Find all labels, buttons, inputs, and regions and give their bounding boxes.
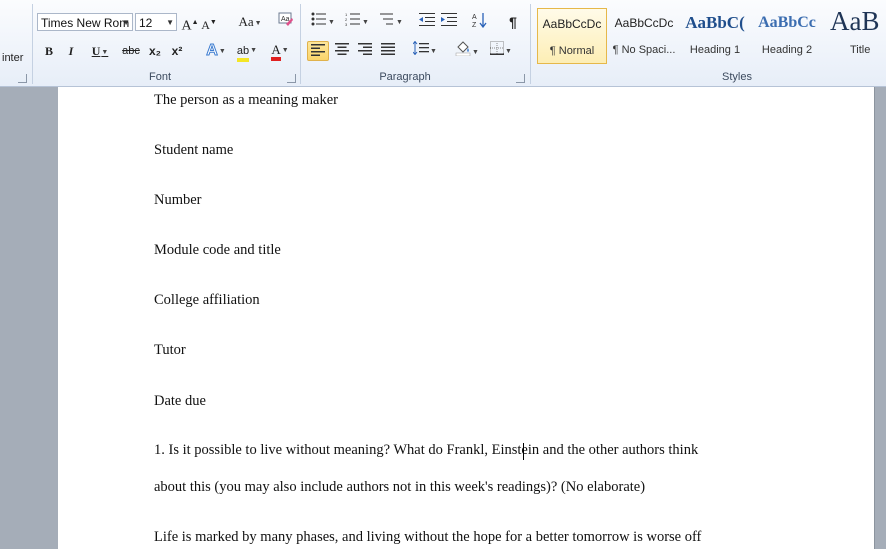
chevron-down-icon: ▼ — [122, 18, 130, 27]
borders-icon — [490, 41, 505, 55]
highlight-icon: ab — [236, 44, 250, 62]
italic-button[interactable]: I — [62, 41, 80, 61]
style-sample: AaB — [830, 8, 880, 36]
align-right-icon — [358, 43, 372, 55]
justify-icon — [381, 43, 395, 55]
style-title[interactable]: AaB Title — [826, 8, 886, 64]
style-name: ¶ Normal — [549, 45, 595, 57]
doc-paragraph[interactable]: about this (you may also include authors… — [154, 479, 645, 496]
doc-paragraph[interactable]: The person as a meaning maker — [154, 92, 338, 109]
text-effects-button[interactable]: A▼ — [202, 41, 230, 61]
font-group-label: Font — [148, 71, 171, 83]
highlight-button[interactable]: ab▼ — [232, 40, 262, 62]
multilevel-list-button[interactable]: ▼ — [376, 12, 406, 32]
increase-indent-icon — [441, 13, 457, 26]
underline-label: U — [91, 44, 101, 58]
bold-button[interactable]: B — [40, 41, 58, 61]
styles-group-label: Styles — [722, 71, 752, 83]
shrink-font-button[interactable]: A▼ — [200, 12, 218, 32]
text-cursor — [523, 443, 524, 460]
ribbon: inter Times New Rom ▼ 12 ▼ A▲ A▼ Aa▼ Aa … — [0, 0, 886, 87]
grow-font-label: A — [181, 18, 192, 34]
justify-button[interactable] — [378, 41, 398, 61]
bullets-icon — [311, 12, 327, 26]
paint-bucket-icon — [455, 41, 471, 57]
align-left-icon — [311, 44, 325, 56]
decrease-indent-button[interactable] — [418, 12, 436, 32]
bullets-button[interactable]: ▼ — [308, 12, 338, 32]
font-name-combo[interactable]: Times New Rom ▼ — [37, 13, 133, 31]
superscript-button[interactable]: x² — [168, 41, 186, 61]
shrink-font-label: A — [201, 18, 210, 32]
font-name-value: Times New Rom — [41, 16, 130, 30]
clipboard-launcher-icon[interactable] — [18, 74, 27, 83]
style-sample: AaBbCcDc — [542, 17, 602, 31]
align-center-button[interactable] — [332, 41, 352, 61]
style-name: Heading 1 — [689, 44, 741, 56]
doc-paragraph[interactable]: Module code and title — [154, 242, 281, 259]
change-case-label: Aa — [238, 14, 254, 29]
change-case-button[interactable]: Aa▼ — [235, 12, 265, 32]
style-sample: AaBbCc — [758, 14, 816, 31]
doc-paragraph[interactable]: College affiliation — [154, 292, 260, 309]
style-sample: AaBbC( — [685, 13, 745, 32]
clear-formatting-icon[interactable]: Aa — [276, 12, 296, 32]
style-normal[interactable]: AaBbCcDc ¶ Normal — [537, 8, 607, 64]
style-name: Title — [850, 44, 871, 56]
strikethrough-button[interactable]: abc — [120, 41, 142, 61]
document-page[interactable]: The person as a meaning maker Student na… — [58, 87, 875, 549]
style-name: ¶ No Spaci... — [612, 44, 676, 56]
chevron-down-icon: ▼ — [166, 18, 174, 27]
line-spacing-button[interactable]: ▼ — [410, 40, 440, 61]
show-formatting-button[interactable]: ¶ — [504, 12, 522, 32]
style-no-spacing[interactable]: AaBbCcDc ¶ No Spaci... — [609, 8, 679, 64]
subscript-button[interactable]: x₂ — [146, 41, 164, 61]
paragraph-dialog-launcher-icon[interactable] — [516, 74, 525, 83]
svg-text:A: A — [472, 14, 477, 21]
multilevel-list-icon — [380, 13, 394, 25]
numbering-button[interactable]: 1 2 3 ▼ — [342, 12, 372, 32]
underline-button[interactable]: U▼ — [86, 41, 114, 61]
style-sample: AaBbCcDc — [614, 16, 674, 30]
numbering-icon: 123 — [345, 12, 361, 27]
increase-indent-button[interactable] — [440, 12, 458, 32]
svg-text:Z: Z — [472, 22, 477, 28]
borders-button[interactable]: ▼ — [486, 41, 516, 61]
document-area: The person as a meaning maker Student na… — [0, 87, 886, 549]
doc-paragraph[interactable]: Date due — [154, 393, 206, 410]
svg-text:3: 3 — [345, 22, 348, 26]
group-separator — [300, 4, 301, 84]
doc-paragraph[interactable]: Number — [154, 192, 202, 209]
style-name: Heading 2 — [761, 44, 813, 56]
style-heading-1[interactable]: AaBbC( Heading 1 — [680, 8, 750, 64]
group-separator — [530, 4, 531, 84]
doc-paragraph[interactable]: Life is marked by many phases, and livin… — [154, 529, 701, 546]
sort-icon: AZ — [472, 13, 487, 29]
align-right-button[interactable] — [355, 41, 375, 61]
align-center-icon — [335, 43, 349, 55]
shading-button[interactable]: ▼ — [452, 40, 482, 60]
font-dialog-launcher-icon[interactable] — [287, 74, 296, 83]
sort-button[interactable]: AZ — [470, 12, 490, 32]
line-spacing-icon — [412, 40, 430, 56]
decrease-indent-icon — [419, 13, 435, 26]
style-heading-2[interactable]: AaBbCc Heading 2 — [752, 8, 822, 64]
font-size-value: 12 — [139, 16, 153, 30]
doc-paragraph[interactable]: 1. Is it possible to live without meanin… — [154, 442, 698, 459]
grow-font-button[interactable]: A▲ — [181, 12, 199, 34]
format-painter-label[interactable]: inter — [2, 52, 23, 64]
doc-paragraph[interactable]: Tutor — [154, 342, 186, 359]
paragraph-group-label: Paragraph — [379, 71, 431, 83]
font-size-combo[interactable]: 12 ▼ — [135, 13, 177, 31]
group-separator — [32, 4, 33, 84]
doc-paragraph[interactable]: Student name — [154, 142, 233, 159]
font-color-icon: A — [271, 43, 281, 61]
text-effects-icon: A — [206, 42, 219, 60]
align-left-button[interactable] — [307, 41, 329, 61]
font-color-button[interactable]: A▼ — [265, 40, 295, 61]
